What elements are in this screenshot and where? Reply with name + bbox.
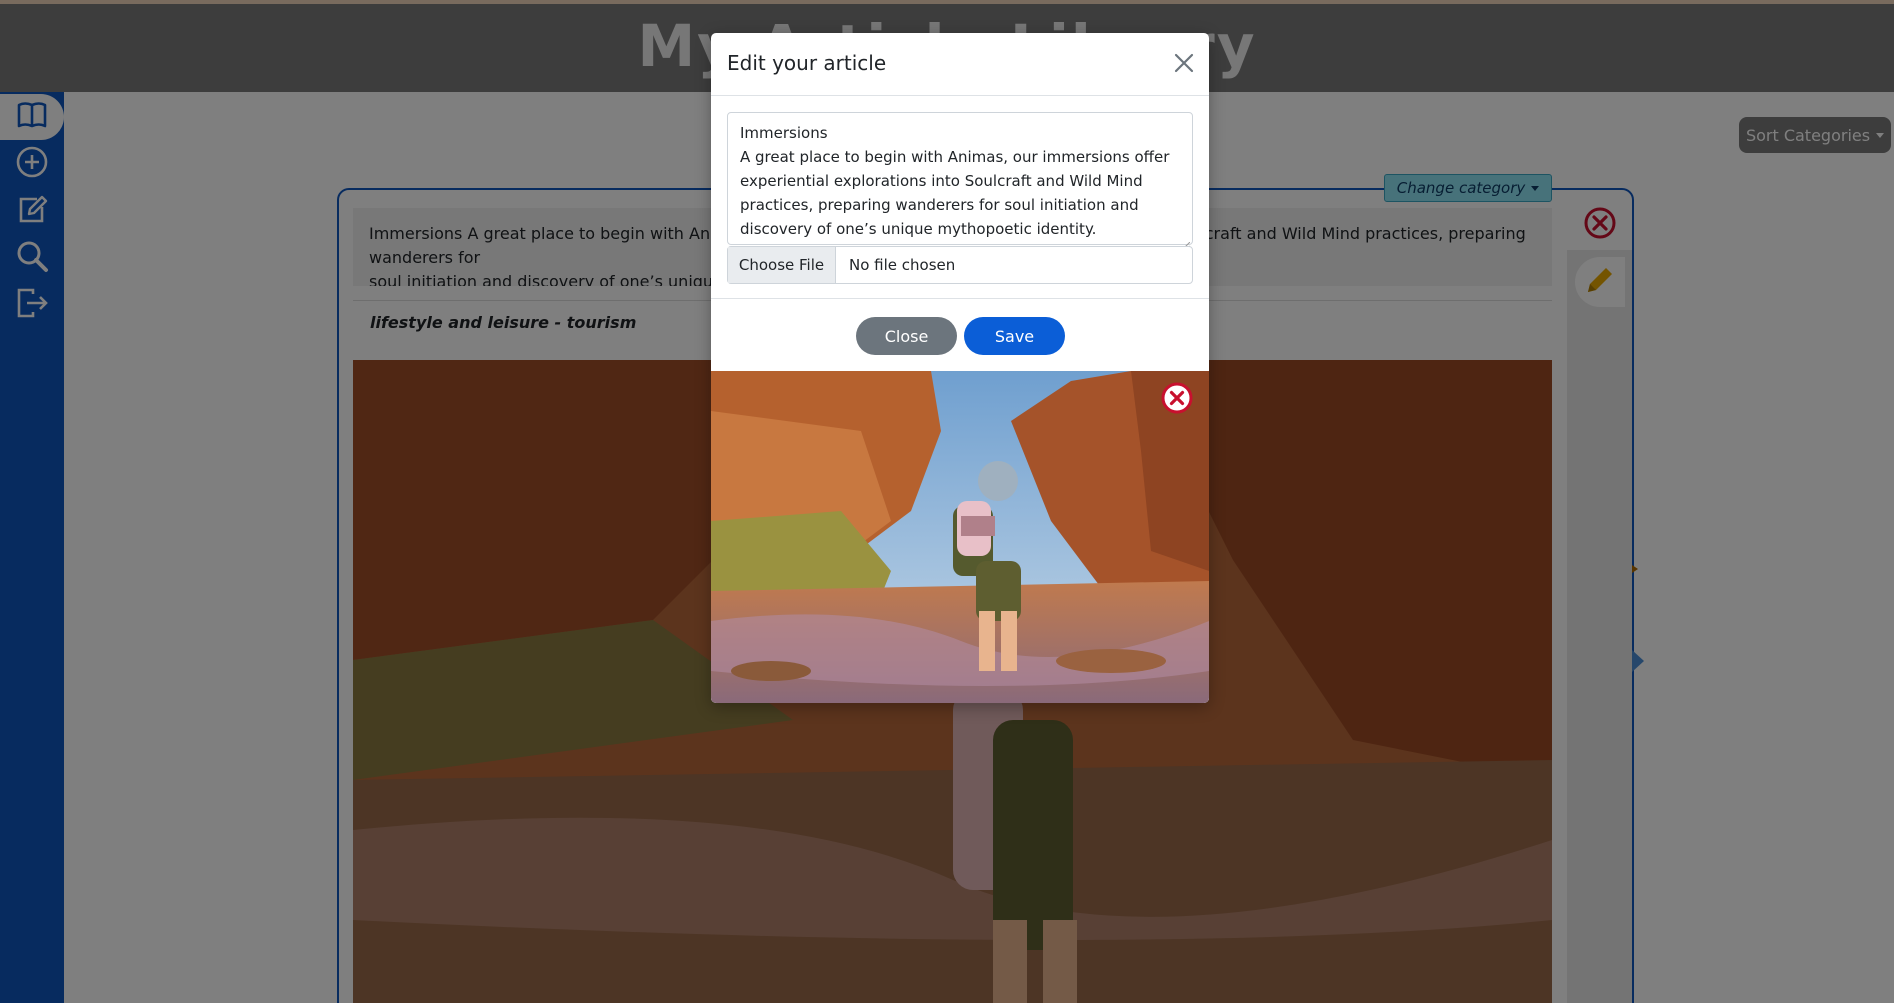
close-icon	[1171, 53, 1197, 80]
choose-file-button[interactable]: Choose File	[728, 247, 836, 283]
file-status-text: No file chosen	[849, 256, 956, 274]
remove-image-button[interactable]	[1160, 381, 1194, 415]
modal-close-button[interactable]	[1171, 50, 1197, 76]
modal-header: Edit your article	[711, 33, 1209, 96]
file-upload-field[interactable]: Choose File No file chosen	[727, 246, 1193, 284]
modal-title: Edit your article	[727, 51, 887, 75]
article-image-preview	[711, 371, 1209, 703]
close-circle-icon	[1160, 382, 1194, 419]
article-textarea[interactable]: Immersions A great place to begin with A…	[727, 112, 1193, 245]
divider	[711, 298, 1209, 299]
edit-article-modal: Edit your article Immersions A great pla…	[711, 33, 1209, 703]
close-button[interactable]: Close	[856, 317, 957, 355]
save-button[interactable]: Save	[964, 317, 1065, 355]
resize-handle-icon[interactable]	[1181, 235, 1191, 251]
